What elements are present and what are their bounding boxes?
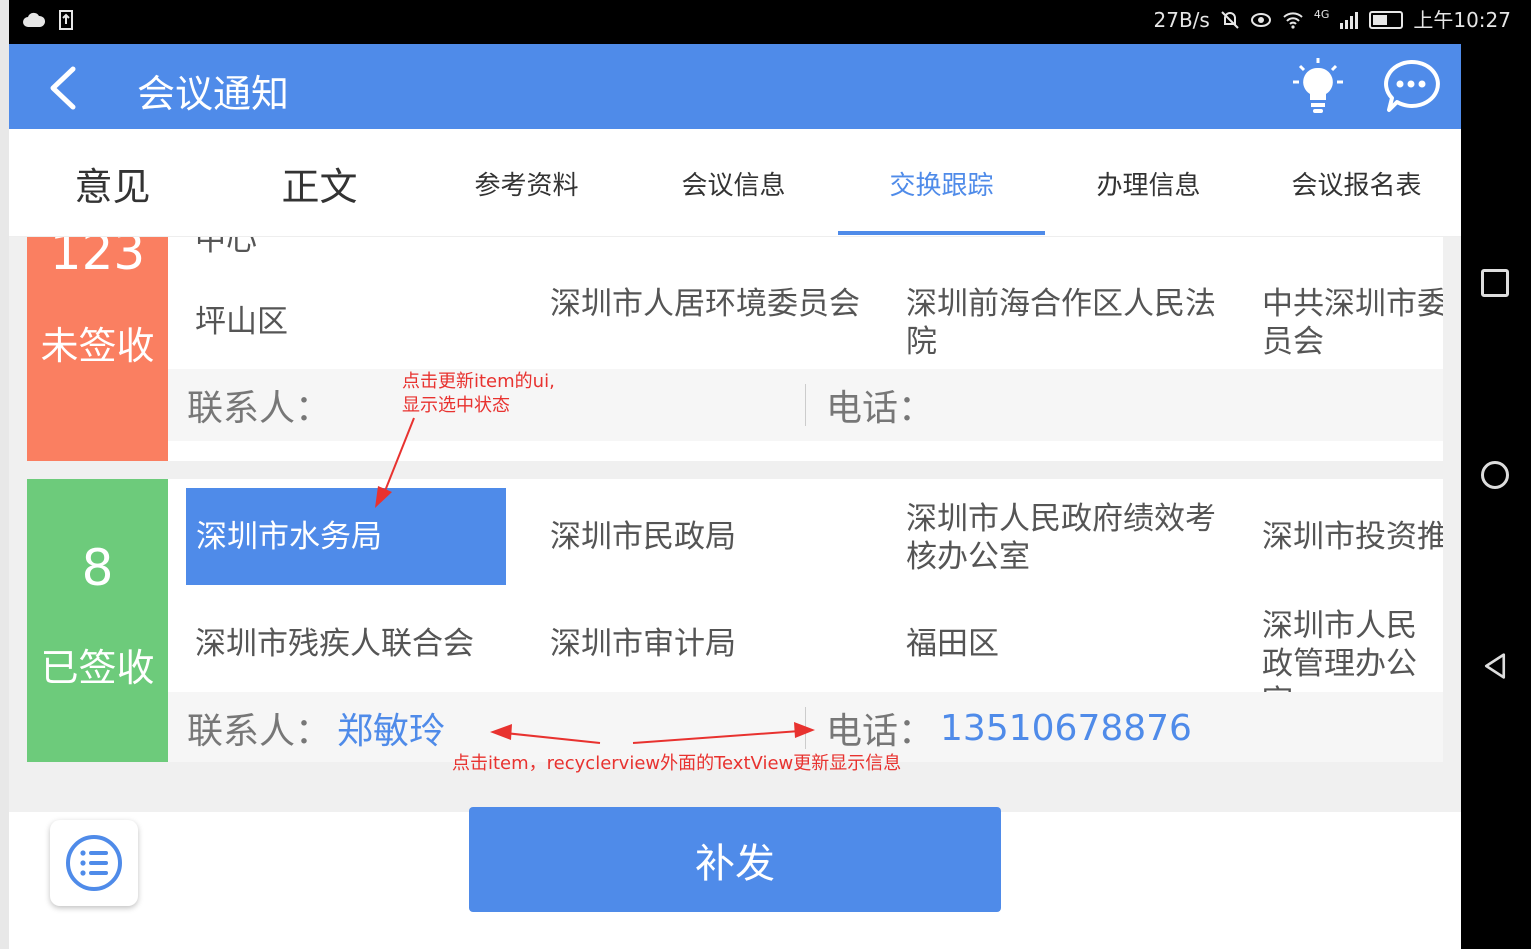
annotation-selected-state: 显示选中状态 [402,395,510,416]
contact-label: 联系人： [187,711,332,752]
cloud-icon [23,12,45,27]
wifi-icon [1283,12,1303,29]
signed-card: 8 已签收 深圳市水务局 深圳市民政局 深圳市人民政府绩效考核办公室 深圳市投资… [27,479,1443,762]
back-triangle-icon[interactable] [1481,652,1509,680]
screen-edge [0,0,9,949]
clock: 上午10:27 [1413,8,1511,32]
unit-item[interactable]: 深圳市民政局 [550,518,870,556]
tab-exchange-tracking[interactable]: 交换跟踪 [838,129,1045,237]
system-nav-bar [1461,44,1531,949]
mute-icon [1221,11,1239,29]
annotation-item-ui: 点击更新item的ui, [402,371,555,392]
divider [805,707,806,749]
upload-icon [59,10,73,30]
unsigned-card: 123 未签收 中心 坪山区 深圳市人居环境委员会 深圳前海合作区人民法院 中共… [27,237,1443,461]
tab-meeting-info[interactable]: 会议信息 [630,129,837,237]
network-type: 4G [1313,8,1330,21]
unit-item[interactable]: 中心 [195,237,495,259]
page-title: 会议通知 [137,72,290,116]
unit-item[interactable]: 中共深圳市委员会 [1262,285,1443,361]
unit-item[interactable]: 深圳市人居环境委员会 [550,285,860,323]
contact-label: 联系人： [187,388,332,429]
tab-registration-form[interactable]: 会议报名表 [1252,129,1461,237]
chat-bubble-icon[interactable] [1381,58,1441,116]
unit-item[interactable]: 深圳市投资推 [1262,518,1443,556]
contact-field: 联系人： [187,369,337,441]
unit-item[interactable]: 深圳市人民政府绩效考核办公室 [906,500,1216,576]
contact-row: 联系人： 电话： [168,369,1443,441]
list-icon [66,835,122,891]
signed-count: 8 [81,539,114,597]
phone-label: 电话： [826,388,935,429]
signed-status-panel: 8 已签收 [27,479,168,762]
network-speed: 27B/s [1153,8,1210,32]
battery-icon [1369,11,1404,29]
home-icon[interactable] [1481,461,1509,489]
unit-item[interactable]: 坪山区 [195,303,515,341]
unit-item[interactable]: 深圳前海合作区人民法院 [906,285,1216,361]
contact-value: 郑敏玲 [337,711,446,752]
phone-label: 电话： [826,711,935,752]
tracking-list[interactable]: 123 未签收 中心 坪山区 深圳市人居环境委员会 深圳前海合作区人民法院 中共… [9,237,1461,812]
contact-field: 联系人： 郑敏玲 [187,692,445,762]
annotation-textview: 点击item，recyclerview外面的TextView更新显示信息 [452,753,902,774]
eye-icon [1250,13,1271,27]
signed-label: 已签收 [40,646,155,690]
phone-field: 电话： [826,369,940,441]
list-menu-button[interactable] [50,820,138,906]
reissue-button[interactable]: 补发 [469,807,1001,912]
tab-reference[interactable]: 参考资料 [423,129,630,237]
divider [805,384,806,426]
active-tab-indicator [838,231,1045,235]
lightbulb-icon[interactable] [1289,56,1347,116]
recent-apps-icon[interactable] [1481,269,1509,297]
tab-bar: 意见 正文 参考资料 会议信息 交换跟踪 办理信息 会议报名表 [9,129,1461,237]
tab-main-text[interactable]: 正文 [216,129,423,237]
unit-item-selected[interactable]: 深圳市水务局 [186,488,506,585]
signal-icon [1340,12,1359,29]
unsigned-label: 未签收 [40,324,155,368]
unit-item[interactable]: 深圳市审计局 [550,625,870,663]
unit-item[interactable]: 深圳市残疾人联合会 [195,625,535,663]
app-bar: 会议通知 [9,44,1461,129]
unsigned-status-panel: 123 未签收 [27,237,168,461]
phone-value: 13510678876 [940,707,1192,749]
tab-opinion[interactable]: 意见 [9,129,216,237]
unsigned-count: 123 [49,237,146,281]
status-bar: 27B/s 4G 上午10:27 [9,0,1531,44]
tab-handling-info[interactable]: 办理信息 [1045,129,1252,237]
back-arrow-icon[interactable] [43,66,83,110]
unit-item[interactable]: 福田区 [906,625,1226,663]
